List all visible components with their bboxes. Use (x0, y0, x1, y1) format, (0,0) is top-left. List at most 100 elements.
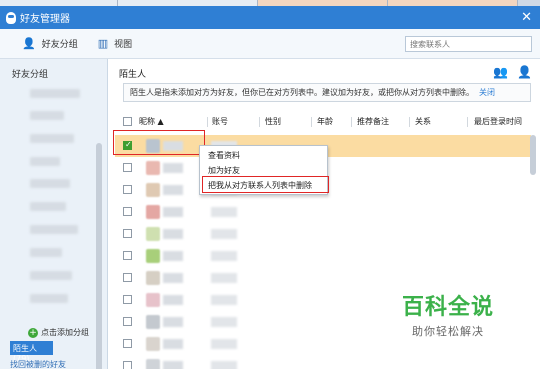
column-separator (207, 117, 208, 127)
row-checkbox[interactable] (123, 207, 132, 216)
menu-item-view-profile[interactable]: 查看资料 (208, 150, 240, 161)
bar-chart-icon: ▥ (97, 37, 109, 50)
select-all-checkbox[interactable] (123, 117, 132, 126)
remove-friend-icon[interactable]: 👤 (517, 65, 532, 79)
friend-group-button[interactable]: 👤 好友分组 (22, 37, 78, 50)
avatar (146, 359, 160, 369)
notice-close-link[interactable]: 关闭 (479, 87, 495, 98)
account-cell (211, 207, 237, 217)
avatar (146, 161, 160, 175)
nickname-cell (163, 339, 183, 349)
title-bar: 好友管理器 ✕ (0, 6, 540, 29)
friend-group-label: 好友分组 (41, 40, 78, 50)
table-scrollbar[interactable] (530, 135, 536, 175)
row-checkbox[interactable] (123, 295, 132, 304)
nickname-cell (163, 273, 183, 283)
toolbar: 👤 好友分组 ▥ 视图 (0, 29, 540, 59)
sidebar-scrollbar[interactable] (96, 143, 102, 369)
avatar (146, 227, 160, 241)
table-row[interactable] (115, 245, 531, 267)
avatar (146, 271, 160, 285)
account-cell (211, 229, 237, 239)
view-button[interactable]: ▥ 视图 (98, 37, 132, 50)
menu-item-highlight (202, 176, 329, 193)
group-item[interactable] (30, 157, 60, 166)
column-separator (259, 117, 260, 127)
account-cell (211, 295, 237, 305)
group-item[interactable] (30, 294, 68, 303)
avatar (146, 293, 160, 307)
account-cell (211, 361, 237, 369)
column-separator (351, 117, 352, 127)
nickname-cell (163, 185, 183, 195)
watermark-title: 百科全说 (401, 295, 494, 320)
menu-item-add-friend[interactable]: 加为好友 (208, 165, 240, 176)
row-checkbox[interactable] (123, 361, 132, 369)
add-group-button[interactable]: + 点击添加分组 (28, 327, 89, 338)
search-input[interactable] (405, 36, 532, 52)
section-actions: 👥 👤 (484, 65, 532, 79)
row-checkbox[interactable] (123, 339, 132, 348)
row-checkbox[interactable] (123, 317, 132, 326)
sidebar-header: 好友分组 (12, 70, 49, 80)
close-icon[interactable]: ✕ (521, 10, 532, 25)
sidebar-item-strangers[interactable]: 陌生人(79) (10, 341, 53, 363)
view-label: 视图 (114, 40, 133, 50)
column-header-gender[interactable]: 性别 (265, 116, 281, 127)
column-header-relation[interactable]: 关系 (415, 116, 431, 127)
avatar (146, 249, 160, 263)
notice-bar: 陌生人是指未添加对方为好友，但你已在对方列表中。建议加为好友，或把你从对方列表中… (123, 83, 531, 102)
recover-deleted-friends-link[interactable]: 找回被删的好友 (10, 359, 66, 369)
group-item[interactable] (30, 248, 62, 257)
watermark: 百科全说 助你轻松解决 (380, 285, 516, 343)
avatar (146, 337, 160, 351)
table-row[interactable] (115, 223, 531, 245)
row-checkbox[interactable] (123, 251, 132, 260)
column-header-age[interactable]: 年龄 (317, 116, 333, 127)
group-item[interactable] (30, 111, 64, 120)
selection-highlight (113, 130, 205, 155)
column-separator (311, 117, 312, 127)
group-item[interactable] (30, 225, 78, 234)
add-friend-icon[interactable]: 👥 (493, 65, 508, 79)
column-header-account[interactable]: 账号 (212, 116, 228, 127)
account-cell (211, 273, 237, 283)
table-row[interactable] (115, 201, 531, 223)
row-checkbox[interactable] (123, 229, 132, 238)
nickname-cell (163, 251, 183, 261)
user-icon: 👤 (22, 37, 36, 50)
account-cell (211, 339, 237, 349)
column-header-remark[interactable]: 推荐备注 (357, 116, 389, 127)
row-checkbox[interactable] (123, 273, 132, 282)
group-item[interactable] (30, 89, 80, 98)
window-title: 好友管理器 (20, 14, 70, 25)
column-header-last-login[interactable]: 最后登录时间 (474, 116, 522, 127)
nickname-cell (163, 295, 183, 305)
table-row[interactable] (115, 355, 531, 369)
nickname-cell (163, 361, 183, 369)
group-item[interactable] (30, 271, 72, 280)
nickname-cell (163, 229, 183, 239)
watermark-subtitle: 助你轻松解决 (412, 325, 484, 338)
row-checkbox[interactable] (123, 185, 132, 194)
nickname-cell (163, 207, 183, 217)
plus-icon: + (28, 327, 38, 338)
avatar (146, 205, 160, 219)
notice-text: 陌生人是指未添加对方为好友，但你已在对方列表中。建议加为好友，或把你从对方列表中… (130, 88, 474, 97)
nickname-cell (163, 317, 183, 327)
group-sidebar: 好友分组 + 点击添加分组 陌生人(79) 找回被删的好友 (0, 59, 108, 369)
table-header: 昵称 ▲ 账号 性别 年龄 推荐备注 关系 最后登录时间 (115, 115, 539, 129)
nickname-cell (163, 163, 183, 173)
qq-penguin-icon (6, 11, 16, 24)
row-checkbox[interactable] (123, 163, 132, 172)
window: { "window": { "title": "好友管理器", "close_g… (0, 0, 540, 369)
avatar (146, 183, 160, 197)
group-item[interactable] (30, 202, 66, 211)
column-header-nickname[interactable]: 昵称 ▲ (139, 116, 164, 127)
group-item[interactable] (30, 179, 70, 188)
group-item[interactable] (30, 134, 74, 143)
column-separator (409, 117, 410, 127)
avatar (146, 315, 160, 329)
section-title: 陌生人 (119, 70, 147, 80)
account-cell (211, 251, 237, 261)
